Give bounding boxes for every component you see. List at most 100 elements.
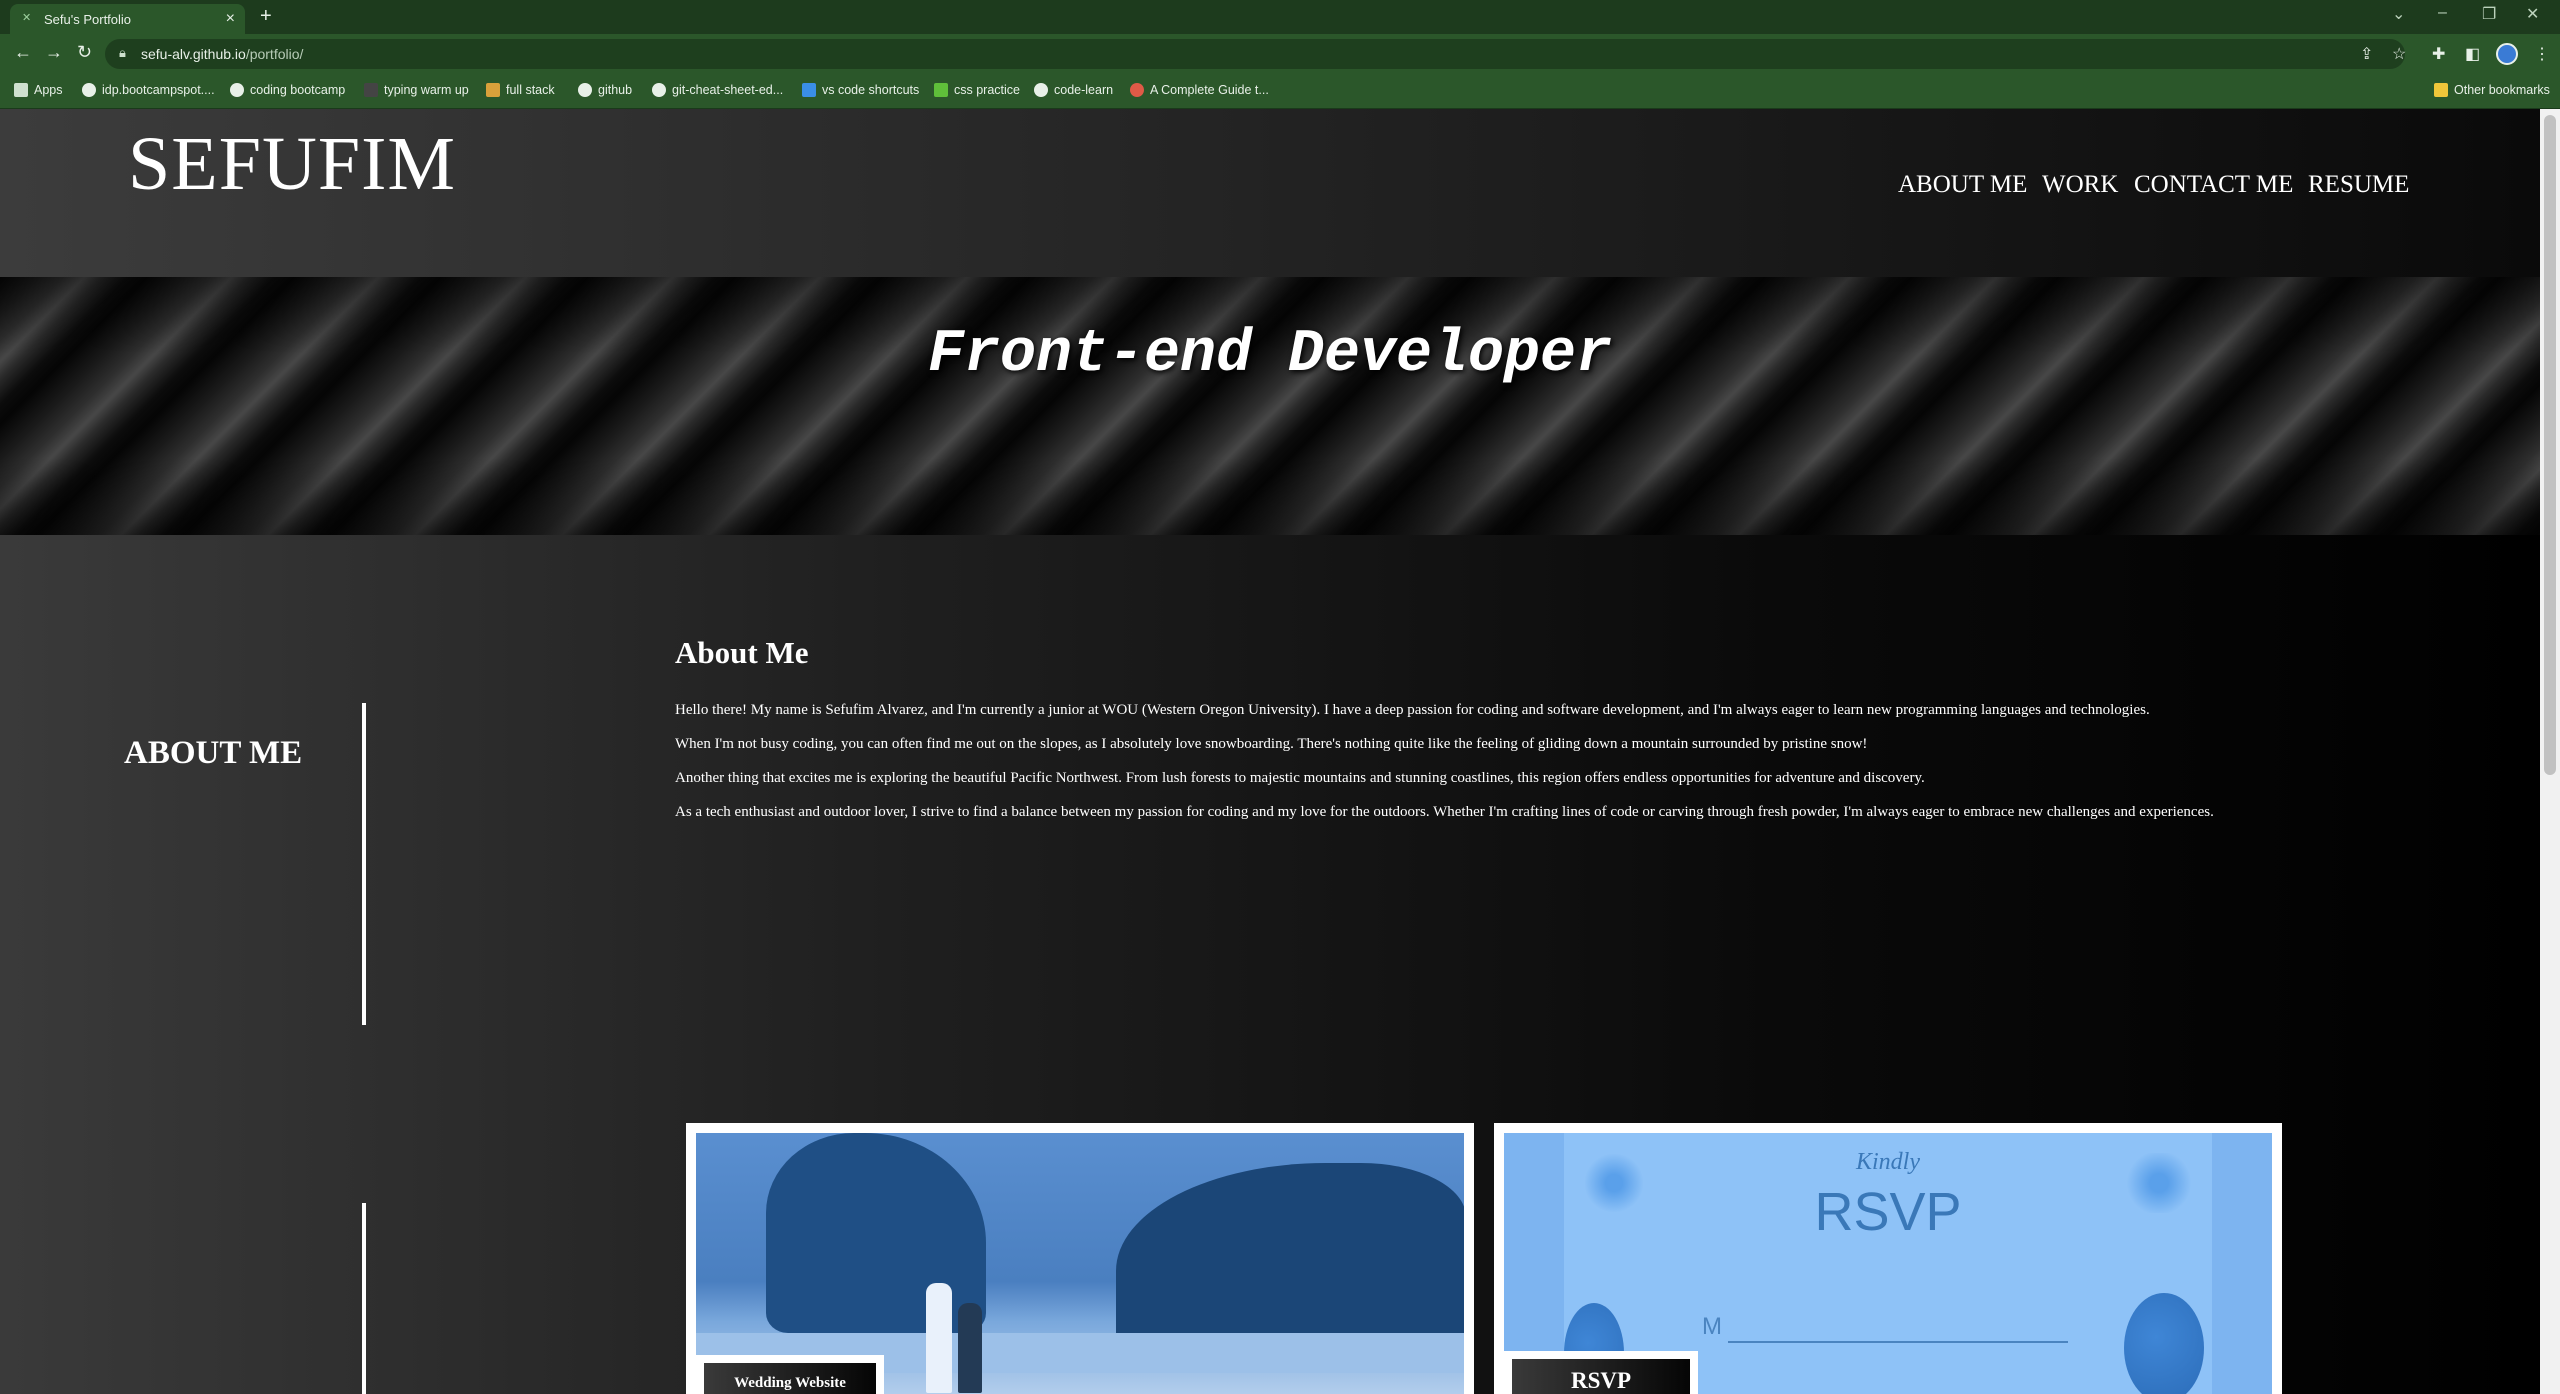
nav-resume[interactable]: RESUME [2308,171,2409,199]
scrollbar-thumb[interactable] [2544,115,2556,775]
globe-icon [1034,83,1048,97]
rsvp-field-line [1728,1341,2068,1343]
rock-shape [766,1133,986,1333]
tab-title: Sefu's Portfolio [44,12,132,27]
hero-title: Front-end Developer [927,321,1613,389]
flower-decoration [2124,1293,2204,1394]
about-heading: About Me [675,635,809,670]
flower-decoration [1584,1153,1644,1213]
bookmark-label: css practice [954,83,1020,97]
rsvp-main-text: RSVP [1814,1182,1962,1242]
menu-icon[interactable]: ⋮ [2534,44,2550,64]
site-logo[interactable]: SEFUFIM [128,121,456,208]
bookmark-item[interactable]: git-cheat-sheet-ed... [652,83,783,97]
bookmark-star-icon[interactable]: ☆ [2392,44,2406,64]
restore-icon[interactable]: ❐ [2482,4,2496,24]
section-divider [362,1203,366,1394]
close-window-icon[interactable]: ✕ [2526,4,2539,24]
about-paragraph: Hello there! My name is Sefufim Alvarez,… [675,702,2150,718]
minimize-icon[interactable]: – [2438,4,2447,22]
bookmark-label: git-cheat-sheet-ed... [672,83,784,97]
rsvp-script-text: Kindly [1856,1149,1920,1175]
url-host: sefu-alv.github.io [141,46,246,62]
site-header: SEFUFIM ABOUT ME WORK CONTACT ME RESUME [0,109,2540,277]
project-card-wedding[interactable]: Wedding Website [686,1123,1474,1394]
other-bookmarks[interactable]: Other bookmarks [2434,83,2550,97]
section-divider [362,703,366,1025]
about-paragraph: Another thing that excites me is explori… [675,770,1925,786]
project-label[interactable]: RSVP [1512,1359,1690,1394]
apps-grid-icon [14,83,28,97]
bookmark-item[interactable]: css practice [934,83,1020,97]
profile-avatar[interactable] [2496,43,2518,65]
bookmark-item[interactable]: code-learn [1034,83,1113,97]
bookmark-label: github [598,83,633,97]
vscode-icon [802,83,816,97]
bookmark-item[interactable]: vs code shortcuts [802,83,919,97]
bookmark-label: Other bookmarks [2454,83,2550,97]
figure-groom [958,1303,982,1393]
globe-icon [82,83,96,97]
back-icon[interactable]: ← [14,42,32,63]
bookmark-apps[interactable]: Apps [14,83,63,97]
hero-banner: Front-end Developer [0,277,2540,535]
side-panel-icon[interactable]: ◧ [2465,44,2480,64]
tab-close-icon[interactable]: × [226,10,235,28]
project-card-rsvp[interactable]: Kindly RSVP M RSVP [1494,1123,2282,1394]
browser-tab-strip: ✕ Sefu's Portfolio × + ⌄ – ❐ ✕ [0,0,2560,34]
typing-icon [364,83,378,97]
folder-icon [2434,83,2448,97]
browser-tab[interactable]: ✕ Sefu's Portfolio × [10,4,245,34]
rock-shape [1116,1163,1464,1343]
frog-icon [934,83,948,97]
bookmark-label: typing warm up [384,83,469,97]
browser-toolbar: ← → ↻ 🔒︎ sefu-alv.github.io/portfolio/ ⇪… [0,34,2560,74]
flower-decoration [2124,1153,2194,1213]
bookmark-item[interactable]: idp.bootcampspot.... [82,83,215,97]
bookmark-label: code-learn [1054,83,1114,97]
project-image-wedding[interactable]: Wedding Website [696,1133,1464,1394]
url-text: sefu-alv.github.io/portfolio/ [141,46,303,62]
share-icon[interactable]: ⇪ [2360,44,2373,64]
page-scrollbar[interactable] [2540,109,2560,1394]
new-tab-icon[interactable]: + [260,5,272,28]
rsvp-field-label: M [1702,1313,1722,1340]
nav-about-me[interactable]: ABOUT ME [1898,171,2027,199]
bookmark-label: full stack [506,83,555,97]
about-side-title: ABOUT ME [124,735,303,771]
project-image-rsvp[interactable]: Kindly RSVP M RSVP [1504,1133,2272,1394]
bookmark-item[interactable]: coding bootcamp [230,83,345,97]
star-burst-icon [1130,83,1144,97]
bookmarks-bar: Apps idp.bootcampspot.... coding bootcam… [0,74,2560,109]
work-section: Wedding Website Kindly RSVP M RSVP [0,1055,2540,1394]
bookmark-item[interactable]: full stack [486,83,555,97]
globe-icon [230,83,244,97]
project-label[interactable]: Wedding Website [704,1363,876,1394]
address-bar[interactable]: 🔒︎ sefu-alv.github.io/portfolio/ [105,39,2405,69]
url-path: /portfolio/ [245,46,304,62]
tab-favicon-icon: ✕ [22,12,32,24]
web-page: SEFUFIM ABOUT ME WORK CONTACT ME RESUME … [0,109,2540,1394]
bookmark-label: Apps [34,83,63,97]
nav-work[interactable]: WORK [2042,171,2118,199]
bookmark-item[interactable]: github [578,83,632,97]
bookmark-label: idp.bootcampspot.... [102,83,215,97]
bookmark-label: vs code shortcuts [822,83,920,97]
about-section: ABOUT ME About Me Hello there! My name i… [0,535,2540,1055]
bookmark-item[interactable]: typing warm up [364,83,469,97]
about-paragraph: As a tech enthusiast and outdoor lover, … [675,804,2214,820]
slack-icon [486,83,500,97]
about-paragraph: When I'm not busy coding, you can often … [675,736,1868,752]
nav-contact-me[interactable]: CONTACT ME [2134,171,2293,199]
forward-icon[interactable]: → [45,42,63,63]
project-label-box: RSVP [1504,1351,1698,1394]
bookmark-label: coding bootcamp [250,83,346,97]
github-icon [578,83,592,97]
bookmark-item[interactable]: A Complete Guide t... [1130,83,1269,97]
figure-bride [926,1283,952,1393]
github-icon [652,83,666,97]
reload-icon[interactable]: ↻ [77,42,92,63]
tab-search-icon[interactable]: ⌄ [2392,4,2405,24]
extensions-icon[interactable]: ✚ [2432,44,2445,64]
lock-icon: 🔒︎ [119,45,126,60]
